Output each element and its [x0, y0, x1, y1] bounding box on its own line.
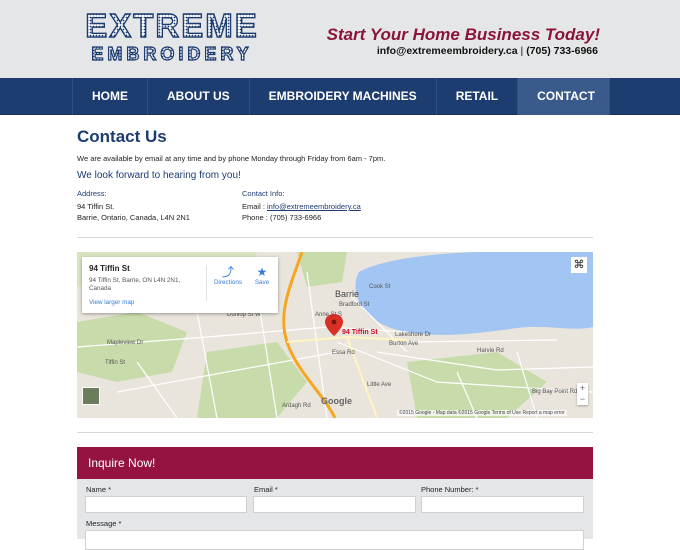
map-street-label: Anne St S [315, 312, 343, 318]
divider-bottom [77, 432, 593, 433]
site-header: EXTREME EMBROIDERY Start Your Home Busin… [0, 0, 680, 78]
logo-line1: EXTREME [85, 10, 259, 44]
map-street-label: Ardagh Rd [282, 403, 311, 409]
directions-label: Directions [214, 279, 242, 286]
map-attribution: ©2015 Google - Map data ©2015 Google Ter… [397, 410, 567, 416]
main-nav: HOME ABOUT US EMBROIDERY MACHINES RETAIL… [0, 78, 680, 115]
message-label: Message * [86, 519, 122, 528]
nav-item-embroidery-machines[interactable]: EMBROIDERY MACHINES [250, 78, 437, 115]
map-street-label: Harvie Rd [477, 348, 504, 354]
intro-text: We are available by email at any time an… [77, 154, 386, 163]
header-email[interactable]: info@extremeembroidery.ca [377, 45, 518, 57]
nav-item-about-us[interactable]: ABOUT US [148, 78, 250, 115]
contact-phone-value: (705) 733-6966 [269, 213, 322, 222]
inquire-form-header: Inquire Now! [77, 447, 593, 479]
inquire-form: Name * Email * Phone Number: * Message * [77, 479, 593, 550]
email-input[interactable] [253, 496, 416, 513]
name-label: Name * [86, 485, 112, 494]
google-logo: Google [321, 396, 352, 406]
embedded-map[interactable]: Barrie Tiffin St Dunlop St W Burton Ave … [77, 252, 593, 418]
nav-item-contact[interactable]: CONTACT [518, 78, 611, 115]
zoom-out-button[interactable]: − [577, 394, 588, 405]
contact-info-heading: Contact Info: [242, 189, 285, 198]
map-street-label: Lakeshore Dr [395, 332, 432, 338]
phone-label: Phone Number: * [421, 485, 479, 494]
map-street-label: Little Ave [367, 382, 392, 388]
address-block: Address: 94 Tiffin St. Barrie, Ontario, … [77, 188, 190, 223]
address-heading: Address: [77, 189, 107, 198]
map-street-label: Cook St [369, 284, 391, 290]
map-street-label: Tiffin St [105, 360, 126, 366]
map-place-title: 94 Tiffin St [89, 264, 130, 273]
address-line2: Barrie, Ontario, Canada, L4N 2N1 [77, 213, 190, 222]
directions-icon: ⤴ [221, 265, 234, 279]
map-street-label: Big Bay Point Rd [532, 389, 578, 395]
look-forward-text: We look forward to hearing from you! [77, 170, 241, 181]
directions-button[interactable]: ⤴ Directions [210, 265, 246, 286]
nav-items: HOME ABOUT US EMBROIDERY MACHINES RETAIL… [72, 78, 611, 115]
view-larger-map-link[interactable]: View larger map [89, 299, 134, 306]
zoom-in-button[interactable]: + [577, 383, 588, 394]
save-label: Save [254, 279, 270, 286]
nav-item-home[interactable]: HOME [73, 78, 148, 115]
map-pin-label: 94 Tiffin St [342, 329, 378, 336]
map-city-label: Barrie [335, 289, 360, 299]
message-textarea[interactable] [85, 530, 584, 550]
header-separator: | [520, 45, 524, 57]
map-place-address: 94 Tiffin St, Barrie, ON L4N 2N1, Canada [89, 277, 181, 292]
map-street-label: Burton Ave [389, 341, 419, 347]
contact-phone-row: Phone : (705) 733-6966 [242, 212, 361, 223]
nav-item-retail[interactable]: RETAIL [437, 78, 519, 115]
contact-email-link[interactable]: info@extremeembroidery.ca [267, 202, 361, 211]
contact-phone-label: Phone : [242, 213, 270, 222]
header-contact-line: info@extremeembroidery.ca | (705) 733-69… [377, 45, 598, 57]
contact-email-row: Email : info@extremeembroidery.ca [242, 201, 361, 212]
email-label: Email * [254, 485, 278, 494]
logo-line2: EMBROIDERY [91, 44, 252, 64]
phone-input[interactable] [421, 496, 584, 513]
map-street-label: Bradford St [339, 302, 370, 308]
site-logo[interactable]: EXTREME EMBROIDERY [77, 10, 267, 68]
tagline: Start Your Home Business Today! [326, 25, 600, 44]
contact-info-block: Contact Info: Email : info@extremeembroi… [242, 188, 361, 223]
name-input[interactable] [85, 496, 247, 513]
save-button[interactable]: ★ Save [250, 265, 274, 286]
page-title: Contact Us [77, 127, 167, 146]
fullscreen-icon[interactable]: ⌘ [571, 257, 587, 273]
divider-top [77, 237, 593, 238]
satellite-toggle-thumbnail[interactable] [82, 387, 100, 405]
map-street-label: Essa Rd [332, 350, 355, 356]
contact-email-label: Email : [242, 202, 268, 211]
map-street-label: Mapleview Dr [107, 340, 144, 346]
zoom-control: + − [577, 383, 588, 405]
map-card-divider [206, 265, 207, 301]
address-line1: 94 Tiffin St. [77, 202, 115, 211]
map-place-card: 94 Tiffin St 94 Tiffin St, Barrie, ON L4… [82, 257, 278, 313]
header-phone[interactable]: (705) 733-6966 [526, 45, 598, 57]
star-icon: ★ [256, 265, 268, 279]
